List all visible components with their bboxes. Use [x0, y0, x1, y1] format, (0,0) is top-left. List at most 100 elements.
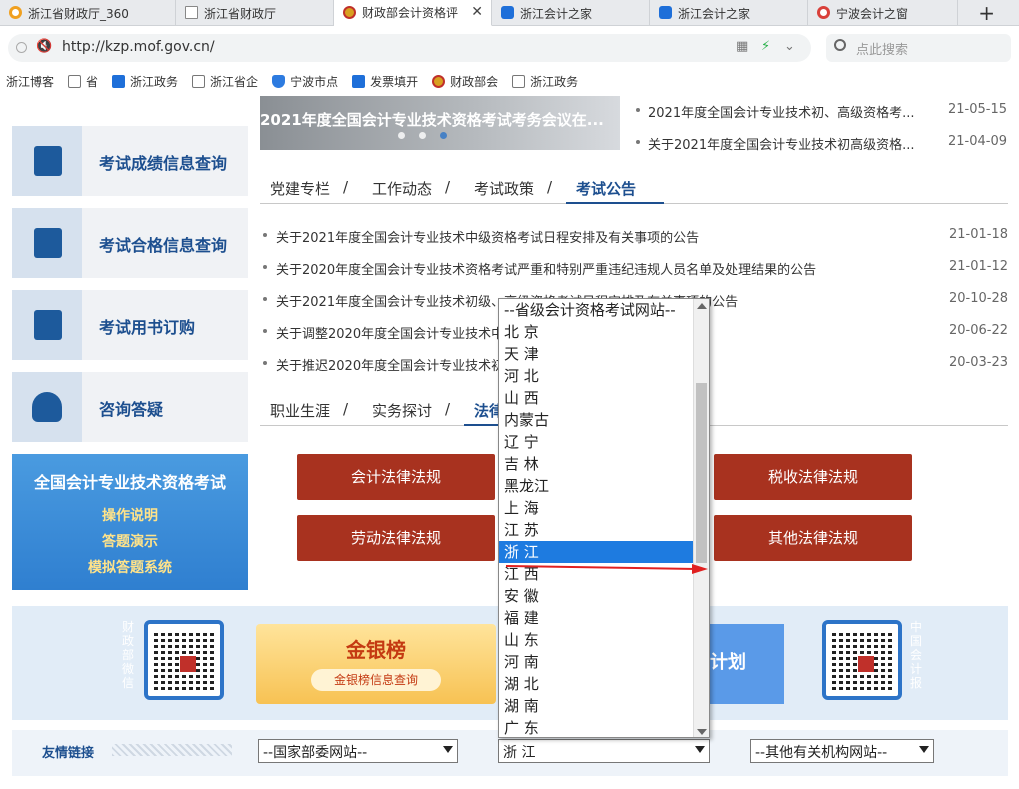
province-sites-dropdown[interactable]: --省级会计资格考试网站-- 北 京 天 津 河 北 山 西 内蒙古 辽 宁 吉…	[498, 298, 710, 738]
list-item[interactable]: 2021年度全国会计专业技术初、高级资格考... 21-05-15	[636, 98, 1011, 130]
notice-title[interactable]: 关于2020年度全国会计专业技术资格考试严重和特别严重违纪违规人员名单及处理结果…	[276, 259, 816, 278]
bookmark[interactable]: 浙江博客	[6, 73, 54, 90]
dropdown-option[interactable]: 广 东	[499, 717, 709, 737]
bookmark[interactable]: 浙江政务	[112, 73, 178, 90]
notice-date: 21-01-18	[948, 227, 1008, 242]
exam-system-promo[interactable]: 全国会计专业技术资格考试 操作说明 答题演示 模拟答题系统	[12, 454, 248, 590]
labor-law-button[interactable]: 劳动法律法规	[297, 515, 495, 561]
sidebar-item-label: 考试用书订购	[99, 318, 196, 337]
dropdown-option[interactable]: 湖 北	[499, 673, 709, 695]
sidebar-item-label: 考试合格信息查询	[99, 236, 228, 255]
close-tab-icon[interactable]: ✕	[471, 4, 483, 20]
dropdown-option[interactable]: 山 东	[499, 629, 709, 651]
dropdown-option[interactable]: 河 北	[499, 365, 709, 387]
dropdown-option[interactable]: 江 苏	[499, 519, 709, 541]
promo-link-instructions[interactable]: 操作说明	[12, 505, 248, 525]
dropdown-option[interactable]: 吉 林	[499, 453, 709, 475]
list-item[interactable]: 关于2020年度全国会计专业技术资格考试严重和特别严重违纪违规人员名单及处理结果…	[260, 255, 1008, 287]
person-icon	[12, 372, 82, 442]
other-law-button[interactable]: 其他法律法规	[714, 515, 912, 561]
browser-tab[interactable]: 浙江会计之家	[492, 0, 650, 26]
tab-party-building[interactable]: 党建专栏	[270, 178, 330, 199]
bookmark[interactable]: 浙江政务	[512, 73, 578, 90]
notice-date: 20-10-28	[948, 291, 1008, 306]
list-item[interactable]: 关于2021年度全国会计专业技术初高级资格... 21-04-09	[636, 130, 1011, 162]
scroll-down-icon[interactable]	[697, 729, 707, 735]
grid-icon[interactable]: ▦	[736, 39, 748, 54]
dropdown-option[interactable]: 上 海	[499, 497, 709, 519]
dropdown-option[interactable]: 天 津	[499, 343, 709, 365]
dropdown-option[interactable]: --省级会计资格考试网站--	[499, 299, 709, 321]
bookmark[interactable]: 财政部会	[432, 73, 498, 90]
carousel-dots[interactable]	[398, 132, 461, 139]
sidebar-item-book-order[interactable]: 考试用书订购	[12, 290, 248, 360]
browser-tab[interactable]: 浙江省财政厅	[176, 0, 334, 26]
news-date: 21-05-15	[947, 102, 1007, 117]
bookmark[interactable]: 浙江省企	[192, 73, 258, 90]
dropdown-option[interactable]: 辽 宁	[499, 431, 709, 453]
lightning-icon[interactable]: ⚡	[761, 39, 770, 54]
bookmark[interactable]: 宁波市点	[272, 73, 338, 90]
browser-search-input[interactable]: 点此搜索	[826, 34, 1011, 62]
browser-tab[interactable]: 浙江省财政厅_360	[0, 0, 176, 26]
wechat-qr-code	[144, 620, 224, 700]
gold-silver-list-banner[interactable]: 金银榜 金银榜信息查询	[256, 624, 496, 704]
dropdown-option[interactable]: 北 京	[499, 321, 709, 343]
bookmark[interactable]: 省	[68, 73, 98, 90]
plan-banner[interactable]: 计划	[708, 624, 784, 704]
bookmark-label: 浙江政务	[530, 74, 579, 89]
tab-separator: /	[445, 400, 451, 418]
browser-tab-active[interactable]: 财政部会计资格评 ✕	[334, 0, 492, 26]
scrollbar-thumb[interactable]	[696, 383, 707, 563]
notice-title[interactable]: 关于2021年度全国会计专业技术中级资格考试日程安排及有关事项的公告	[276, 227, 699, 246]
banner-caption: 2021年度全国会计专业技术资格考试考务会议在...	[260, 111, 604, 129]
news-title[interactable]: 2021年度全国会计专业技术初、高级资格考...	[648, 102, 914, 121]
news-banner[interactable]: 2021年度全国会计专业技术资格考试考务会议在...	[260, 96, 620, 150]
sidebar-item-pass-query[interactable]: 考试合格信息查询	[12, 208, 248, 278]
printer-icon	[12, 126, 82, 196]
friend-links-label: 友情链接	[42, 746, 95, 761]
dropdown-option[interactable]: 安 徽	[499, 585, 709, 607]
dropdown-option[interactable]: 内蒙古	[499, 409, 709, 431]
url-text[interactable]: http://kzp.mof.gov.cn/	[62, 39, 215, 55]
decorative-hatch	[112, 744, 232, 756]
browser-tab[interactable]: 浙江会计之家	[650, 0, 808, 26]
tab-practice[interactable]: 实务探讨	[372, 400, 432, 421]
dropdown-option[interactable]: 黑龙江	[499, 475, 709, 497]
address-bar[interactable]: 🔇 http://kzp.mof.gov.cn/ ▦ ⚡ ⌄	[8, 34, 811, 62]
list-item[interactable]: 关于2021年度全国会计专业技术中级资格考试日程安排及有关事项的公告 21-01-…	[260, 223, 1008, 255]
ministry-sites-select[interactable]: --国家部委网站--	[258, 739, 458, 763]
province-sites-select[interactable]: 浙 江	[498, 739, 710, 763]
site-icon	[659, 6, 672, 19]
tab-label: 浙江会计之家	[520, 6, 593, 21]
tab-exam-policy[interactable]: 考试政策	[474, 178, 534, 199]
dropdown-option[interactable]: 福 建	[499, 607, 709, 629]
tab-career[interactable]: 职业生涯	[270, 400, 330, 421]
bookmark[interactable]: 发票填开	[352, 73, 418, 90]
dropdown-option[interactable]: 河 南	[499, 651, 709, 673]
scroll-up-icon[interactable]	[697, 303, 707, 309]
other-sites-select[interactable]: --其他有关机构网站--	[750, 739, 934, 763]
browser-tab[interactable]: 宁波会计之窗	[808, 0, 958, 26]
dropdown-option-selected[interactable]: 浙 江	[499, 541, 709, 563]
tab-exam-notices[interactable]: 考试公告	[576, 178, 636, 199]
sidebar-item-score-query[interactable]: 考试成绩信息查询	[12, 126, 248, 196]
tab-label: 浙江省财政厅_360	[28, 6, 129, 21]
chevron-down-icon[interactable]: ⌄	[784, 39, 795, 54]
dropdown-option[interactable]: 山 西	[499, 387, 709, 409]
bookmark-label: 浙江省企	[210, 74, 259, 89]
new-tab-button[interactable]: +	[978, 1, 995, 25]
tax-law-button[interactable]: 税收法律法规	[714, 454, 912, 500]
accounting-law-button[interactable]: 会计法律法规	[297, 454, 495, 500]
tab-work-news[interactable]: 工作动态	[372, 178, 432, 199]
bookmarks-bar: 浙江博客 省 浙江政务 浙江省企 宁波市点 发票填开 财政部会 浙江政务	[0, 70, 1019, 92]
news-title[interactable]: 关于2021年度全国会计专业技术初高级资格...	[648, 134, 914, 153]
security-icon[interactable]	[16, 42, 27, 53]
promo-link-mock-system[interactable]: 模拟答题系统	[12, 557, 248, 577]
sidebar-item-consult[interactable]: 咨询答疑	[12, 372, 248, 442]
dropdown-option[interactable]: 湖 南	[499, 695, 709, 717]
browser-tab-strip: 浙江省财政厅_360 浙江省财政厅 财政部会计资格评 ✕ 浙江会计之家 浙江会计之…	[0, 0, 1019, 26]
dropdown-scrollbar[interactable]	[693, 299, 709, 737]
gold-query-link[interactable]: 金银榜信息查询	[311, 669, 441, 691]
promo-link-demo[interactable]: 答题演示	[12, 531, 248, 551]
